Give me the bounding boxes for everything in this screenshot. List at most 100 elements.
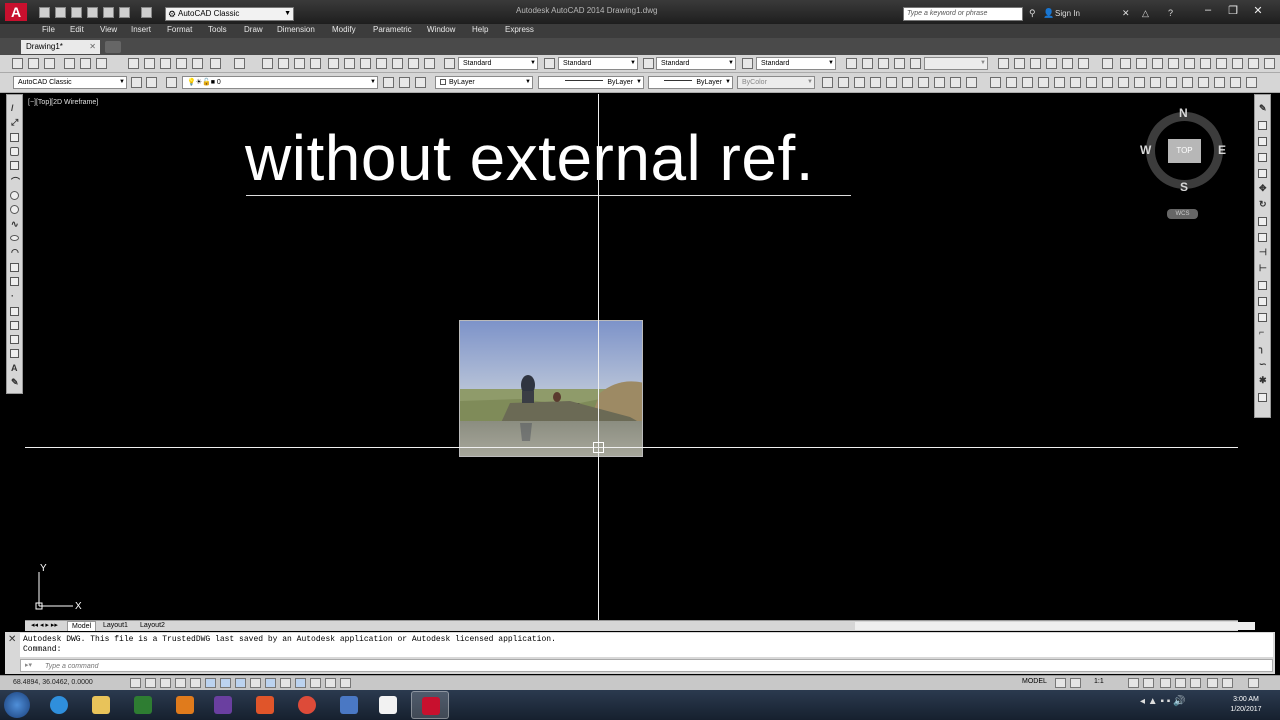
- viewport-polygonal-icon[interactable]: [878, 58, 889, 69]
- draworder-icon[interactable]: [1258, 393, 1267, 402]
- redo-icon[interactable]: [234, 58, 245, 69]
- erase-icon[interactable]: ✎: [1259, 103, 1267, 114]
- viewport-controls[interactable]: [−][Top][2D Wireframe]: [28, 99, 98, 106]
- layer-isolate-icon[interactable]: [1030, 58, 1041, 69]
- workspace-dropdown[interactable]: ⚙ AutoCAD Classic ▼: [165, 7, 294, 21]
- plot-icon[interactable]: [64, 58, 75, 69]
- trim-icon[interactable]: ⊣: [1259, 247, 1267, 258]
- exchange-icon[interactable]: ✕: [1122, 8, 1130, 19]
- 3d-object-snap-icon[interactable]: [220, 678, 231, 688]
- dim-aligned-icon[interactable]: [838, 77, 849, 88]
- offset-icon[interactable]: [1258, 153, 1267, 162]
- viewport-object-icon[interactable]: [894, 58, 905, 69]
- calculator-icon[interactable]: [330, 691, 368, 719]
- save-icon[interactable]: [71, 7, 82, 18]
- zoom-realtime-icon[interactable]: [278, 58, 289, 69]
- spline-icon[interactable]: ∿: [11, 219, 19, 230]
- extend-icon[interactable]: [1150, 77, 1161, 88]
- autocad-logo-icon[interactable]: A: [5, 3, 27, 21]
- array-icon[interactable]: [1054, 77, 1065, 88]
- viewcube[interactable]: TOP N S E W: [1140, 106, 1227, 194]
- workspace-switching-icon[interactable]: [1160, 678, 1171, 688]
- dim-ordinate-icon[interactable]: [870, 77, 881, 88]
- stay-connected-icon[interactable]: △: [1142, 8, 1149, 19]
- dynamic-ucs-icon[interactable]: [250, 678, 261, 688]
- annotation-visibility-icon[interactable]: [1128, 678, 1139, 688]
- search-input[interactable]: Type a keyword or phrase: [903, 7, 1023, 21]
- dim-radius-icon[interactable]: [886, 77, 897, 88]
- menu-draw[interactable]: Draw: [244, 25, 263, 34]
- move-icon[interactable]: [1070, 77, 1081, 88]
- dim-arc-icon[interactable]: [854, 77, 865, 88]
- transparency-icon[interactable]: [295, 678, 306, 688]
- autocad-taskbar-icon[interactable]: [411, 691, 449, 719]
- quick-view-layouts-icon[interactable]: [1055, 678, 1066, 688]
- design-center-icon[interactable]: [344, 58, 355, 69]
- rotate-icon[interactable]: [1086, 77, 1097, 88]
- chamfer-icon[interactable]: ⌐: [1259, 327, 1264, 337]
- dim-baseline-icon[interactable]: [966, 77, 977, 88]
- new-tab-button[interactable]: [105, 41, 121, 53]
- lock-ui-icon[interactable]: [1175, 678, 1186, 688]
- camtasia-icon[interactable]: [369, 691, 407, 719]
- menu-help[interactable]: Help: [472, 25, 488, 34]
- viewport-scale-dropdown[interactable]: ▼: [924, 57, 988, 70]
- wcs-menu-button[interactable]: WCS: [1167, 209, 1198, 219]
- compass-south[interactable]: S: [1180, 180, 1188, 194]
- multiline-text-icon[interactable]: A: [11, 363, 18, 373]
- paste-icon[interactable]: [160, 58, 171, 69]
- pan-icon[interactable]: [262, 58, 273, 69]
- gradient-icon[interactable]: [10, 321, 19, 330]
- first-layout-arrow-icon[interactable]: ◂◂ ◂ ▸ ▸▸: [27, 621, 62, 631]
- menu-dimension[interactable]: Dimension: [277, 25, 315, 34]
- dim-angular-icon[interactable]: [934, 77, 945, 88]
- match-properties-icon[interactable]: [176, 58, 187, 69]
- ucs-face-icon[interactable]: [1168, 58, 1179, 69]
- ucs-icon[interactable]: [1120, 58, 1131, 69]
- grid-display-icon[interactable]: [160, 678, 171, 688]
- break-icon[interactable]: [1258, 297, 1267, 306]
- line-icon[interactable]: /: [11, 103, 14, 113]
- layer-unisolate-icon[interactable]: [1046, 58, 1057, 69]
- snap-mode-icon[interactable]: [145, 678, 156, 688]
- break-icon[interactable]: [1166, 77, 1177, 88]
- menu-modify[interactable]: Modify: [332, 25, 356, 34]
- maximize-button[interactable]: ❐: [1222, 4, 1244, 18]
- coordinate-display[interactable]: 68.4894, 36.0462, 0.0000: [13, 679, 93, 686]
- dynamic-input-icon[interactable]: [265, 678, 276, 688]
- fillet-icon[interactable]: [1214, 77, 1225, 88]
- stretch-icon[interactable]: [1118, 77, 1129, 88]
- dim-diameter-icon[interactable]: [918, 77, 929, 88]
- dim-linear-icon[interactable]: [822, 77, 833, 88]
- isolate-objects-icon[interactable]: [1190, 678, 1201, 688]
- offset-icon[interactable]: [1038, 77, 1049, 88]
- ucs-x-icon[interactable]: [1264, 58, 1275, 69]
- hatch-icon[interactable]: [10, 307, 19, 316]
- search-icon[interactable]: ⚲: [1029, 8, 1036, 19]
- chrome-icon[interactable]: [288, 691, 326, 719]
- markup-icon[interactable]: [392, 58, 403, 69]
- join-icon[interactable]: [1258, 313, 1267, 322]
- zoom-previous-icon[interactable]: [310, 58, 321, 69]
- ucs-world-icon[interactable]: [1136, 58, 1147, 69]
- polar-tracking-icon[interactable]: [190, 678, 201, 688]
- menu-window[interactable]: Window: [427, 25, 455, 34]
- cut-icon[interactable]: [128, 58, 139, 69]
- hardware-acceleration-icon[interactable]: [1207, 678, 1218, 688]
- explode-icon[interactable]: ✱: [1259, 375, 1267, 386]
- join-icon[interactable]: [1182, 77, 1193, 88]
- table-style-icon[interactable]: [643, 58, 654, 69]
- close-icon[interactable]: ✕: [89, 40, 96, 53]
- trim-icon[interactable]: [1134, 77, 1145, 88]
- text-style-dropdown[interactable]: Standard ▼: [458, 57, 538, 70]
- redo-icon[interactable]: [141, 7, 152, 18]
- system-tray[interactable]: ◂ ▲ ▪ ▪ 🔊: [1140, 696, 1186, 707]
- status-menu-icon[interactable]: [1222, 678, 1233, 688]
- undo-icon[interactable]: [210, 58, 221, 69]
- start-button[interactable]: [4, 692, 30, 718]
- infer-constraints-icon[interactable]: [130, 678, 141, 688]
- open-icon[interactable]: [28, 58, 39, 69]
- user-icon[interactable]: 👤: [1043, 8, 1054, 19]
- ucs-previous-icon[interactable]: [1152, 58, 1163, 69]
- menu-tools[interactable]: Tools: [208, 25, 227, 34]
